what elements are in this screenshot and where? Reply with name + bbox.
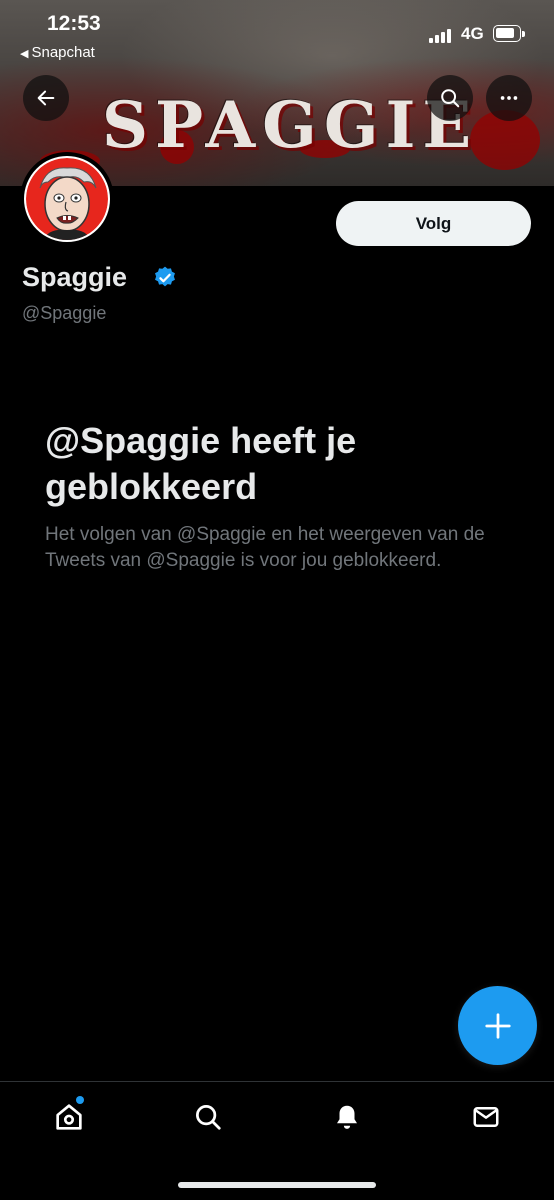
home-icon bbox=[56, 1104, 82, 1130]
blocked-title: @Spaggie heeft je geblokkeerd bbox=[45, 420, 357, 507]
back-to-app-link[interactable]: ◀ Snapchat bbox=[20, 44, 95, 61]
banner-title: SPAGGIE bbox=[101, 88, 479, 163]
tab-notifications[interactable] bbox=[330, 1100, 364, 1134]
tab-search[interactable] bbox=[191, 1100, 225, 1134]
home-indicator[interactable] bbox=[178, 1182, 376, 1188]
status-bar: 12:53 ◀ Snapchat 4G bbox=[0, 0, 554, 70]
tab-home[interactable] bbox=[52, 1100, 86, 1134]
home-notification-dot bbox=[76, 1096, 84, 1104]
status-time: 12:53 bbox=[47, 12, 101, 35]
mail-icon bbox=[473, 1107, 499, 1127]
profile-handle: @Spaggie bbox=[22, 303, 107, 323]
follow-button[interactable]: Volg bbox=[336, 201, 531, 246]
verified-badge-icon bbox=[155, 266, 175, 287]
back-triangle-icon: ◀ bbox=[20, 48, 29, 60]
bell-icon bbox=[337, 1105, 357, 1129]
profile-display-name: Spaggie bbox=[22, 262, 128, 292]
tab-messages[interactable] bbox=[469, 1100, 503, 1134]
search-button[interactable] bbox=[427, 75, 473, 121]
network-type: 4G bbox=[461, 24, 484, 43]
profile-avatar[interactable] bbox=[20, 152, 114, 246]
search-icon bbox=[196, 1105, 221, 1130]
blocked-message: Het volgen van @Spaggie en het weergeven… bbox=[45, 524, 485, 571]
back-app-label: Snapchat bbox=[31, 44, 95, 61]
cartoon-face-avatar-image bbox=[26, 158, 108, 240]
arrow-left-icon bbox=[37, 90, 55, 106]
search-icon bbox=[441, 89, 460, 108]
compose-tweet-button[interactable] bbox=[458, 986, 537, 1065]
cellular-signal-icon bbox=[429, 27, 455, 43]
plus-icon bbox=[484, 1012, 511, 1039]
battery-icon bbox=[493, 25, 525, 42]
more-options-button[interactable] bbox=[486, 75, 532, 121]
back-button[interactable] bbox=[23, 75, 69, 121]
more-horizontal-icon bbox=[500, 96, 518, 100]
